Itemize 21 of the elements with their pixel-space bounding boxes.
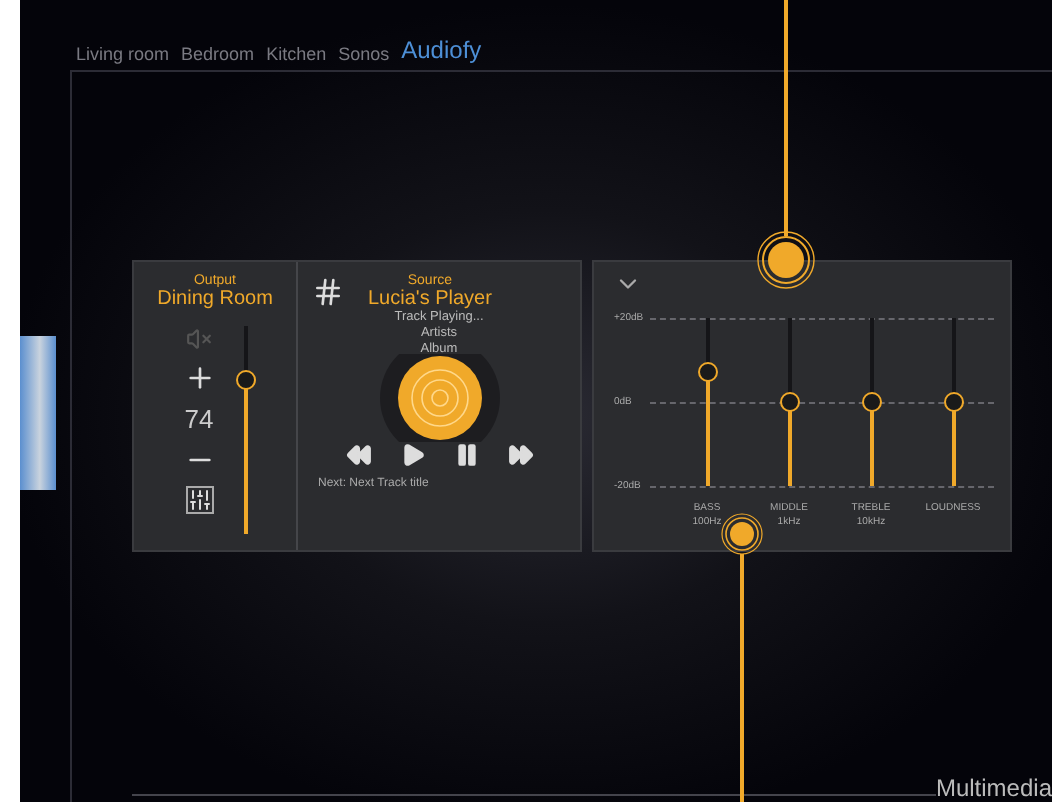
rewind-icon[interactable] <box>345 442 371 468</box>
fast-forward-icon[interactable] <box>507 442 533 468</box>
slider-thumb[interactable] <box>861 392 881 412</box>
slider-thumb[interactable] <box>779 392 799 412</box>
plus-icon[interactable] <box>183 362 215 394</box>
volume-value: 74 <box>184 404 214 434</box>
output-name: Dining Room <box>157 288 273 310</box>
grid-icon[interactable] <box>312 276 344 308</box>
play-icon[interactable] <box>399 442 425 468</box>
pause-icon[interactable] <box>453 442 479 468</box>
slider-thumb[interactable] <box>697 361 717 382</box>
slider-thumb[interactable] <box>943 392 963 412</box>
slider-thumb[interactable] <box>235 370 255 391</box>
room-tab[interactable]: Kitchen <box>266 44 327 64</box>
room-tab[interactable]: Sonos <box>338 44 390 64</box>
footer-title: Multimedia <box>935 774 1052 802</box>
room-tab[interactable]: Audiofy <box>401 36 482 64</box>
room-tab[interactable]: Living room <box>76 44 170 64</box>
room-tab[interactable]: Bedroom <box>181 44 255 64</box>
equalizer-icon[interactable] <box>185 486 213 514</box>
source-name: Lucia's Player <box>368 288 492 310</box>
